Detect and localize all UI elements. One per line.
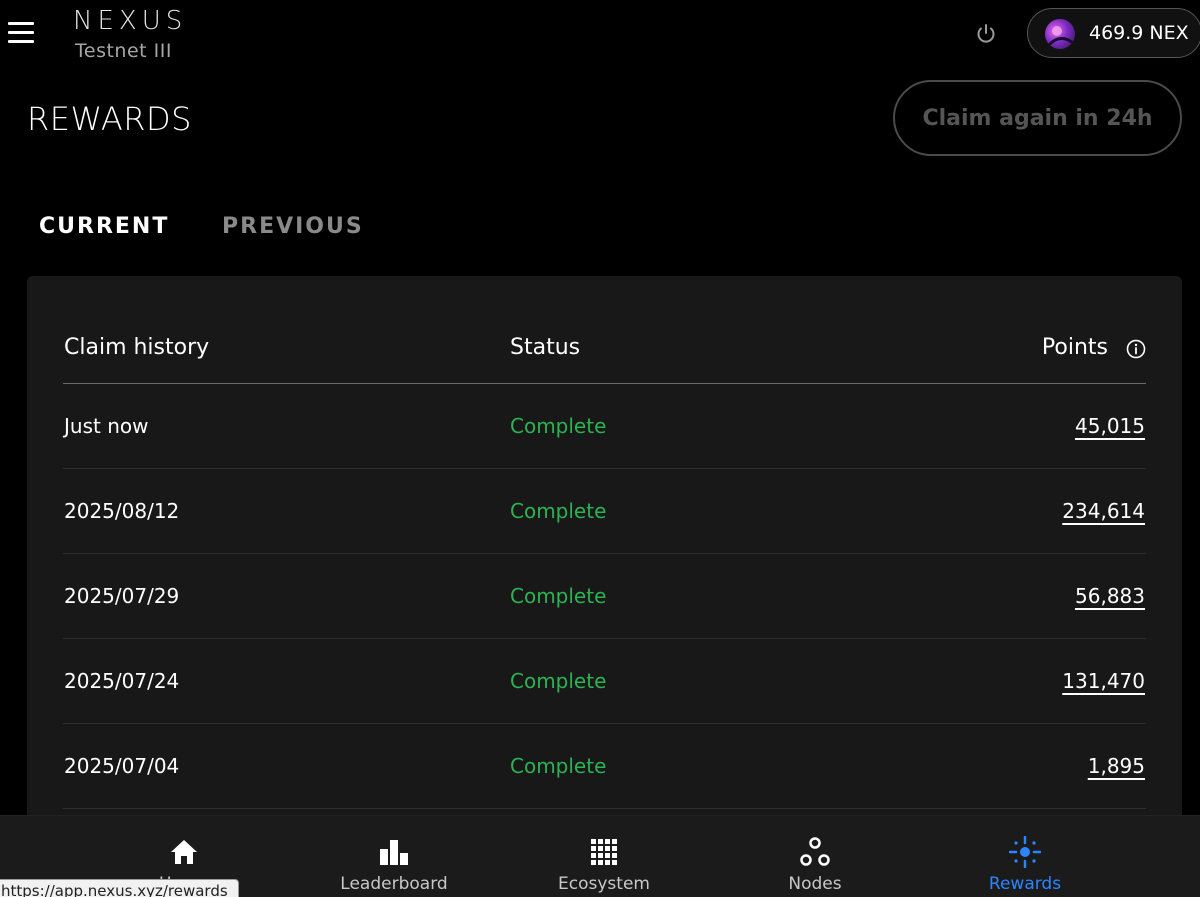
power-icon[interactable] (970, 18, 1002, 50)
table-row: 2025/07/04 Complete 1,895 (63, 724, 1146, 809)
claim-date: 2025/07/04 (64, 754, 180, 778)
claim-date: 2025/08/12 (64, 499, 180, 523)
sparkle-icon (1008, 835, 1042, 869)
claim-history-card: Claim history Status Points Just now Com… (27, 276, 1182, 836)
tab-previous[interactable]: PREVIOUS (222, 214, 364, 239)
wallet-balance: 469.9 NEX (1089, 22, 1189, 44)
nav-label: Ecosystem (558, 874, 650, 894)
nav-item-ecosystem[interactable]: Ecosystem (524, 816, 684, 897)
top-bar: NEXUS Testnet III 469.9 NEX (0, 0, 1200, 70)
bar-chart-icon (378, 836, 410, 868)
column-header-status: Status (510, 335, 581, 360)
grid-icon (588, 836, 620, 868)
table-row: Just now Complete 45,015 (63, 384, 1146, 469)
menu-icon[interactable] (8, 20, 36, 44)
points-link[interactable]: 56,883 (1075, 584, 1145, 608)
page-title: REWARDS (27, 100, 192, 138)
column-header-points: Points (1041, 335, 1108, 360)
nav-label: Rewards (988, 874, 1062, 894)
status-text: Complete (510, 669, 607, 693)
table-row: 2025/07/24 Complete 131,470 (63, 639, 1146, 724)
points-link[interactable]: 45,015 (1075, 414, 1145, 438)
table-header: Claim history Status Points (63, 331, 1146, 384)
avatar (1045, 19, 1075, 49)
nav-item-rewards[interactable]: Rewards (945, 816, 1105, 897)
link-preview-url: https://app.nexus.xyz/rewards (0, 879, 239, 897)
points-link[interactable]: 131,470 (1062, 669, 1145, 693)
table-row: 2025/08/12 Complete 234,614 (63, 469, 1146, 554)
claim-date: Just now (64, 414, 149, 438)
wallet-button[interactable]: 469.9 NEX (1027, 8, 1200, 58)
nav-item-leaderboard[interactable]: Leaderboard (314, 816, 474, 897)
claim-date: 2025/07/29 (64, 584, 180, 608)
nav-item-nodes[interactable]: Nodes (735, 816, 895, 897)
status-text: Complete (510, 414, 607, 438)
nav-label: Nodes (788, 874, 842, 894)
home-icon (168, 836, 200, 868)
points-link[interactable]: 234,614 (1062, 499, 1145, 523)
table-row: 2025/07/29 Complete 56,883 (63, 554, 1146, 639)
network-label: Testnet III (75, 40, 172, 62)
status-text: Complete (510, 754, 607, 778)
info-icon[interactable] (1126, 339, 1146, 359)
table-body: Just now Complete 45,015 2025/08/12 Comp… (63, 384, 1146, 809)
status-text: Complete (510, 584, 607, 608)
tab-current[interactable]: CURRENT (39, 214, 169, 239)
nodes-icon (799, 836, 831, 868)
claim-date: 2025/07/24 (64, 669, 180, 693)
points-link[interactable]: 1,895 (1088, 754, 1145, 778)
column-header-claim-history: Claim history (64, 335, 210, 360)
status-text: Complete (510, 499, 607, 523)
claim-button[interactable]: Claim again in 24h (893, 80, 1182, 156)
nav-label: Leaderboard (340, 874, 448, 894)
logo[interactable]: NEXUS (73, 6, 187, 36)
